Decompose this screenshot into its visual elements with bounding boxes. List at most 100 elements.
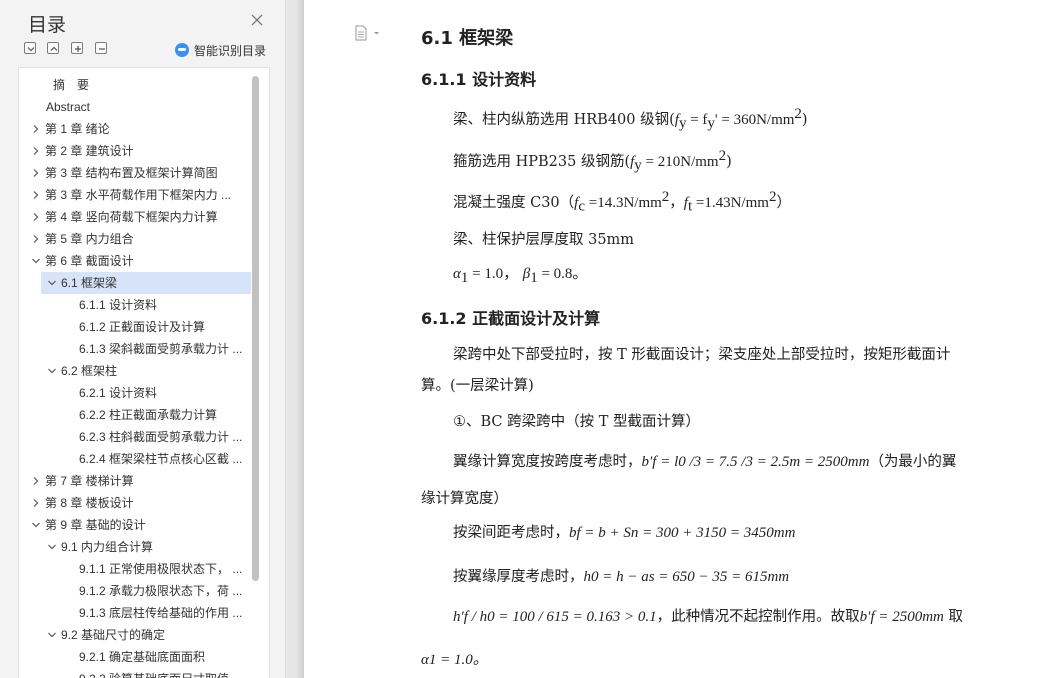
toc-item[interactable]: 第 9 章 基础的设计 — [19, 514, 251, 536]
expand-all-icon[interactable] — [47, 42, 59, 54]
toc-scrollbar[interactable] — [252, 76, 259, 581]
toc-list: 摘 要 Abstract 第 1 章 绪论第 2 章 建筑设计第 3 章 结构布置及… — [18, 67, 270, 678]
toc-item-label: 第 6 章 截面设计 — [45, 254, 134, 268]
toc-item-label: 9.1.2 承载力极限状态下，荷 ... — [79, 584, 243, 598]
toc-item[interactable]: 9.2.1 确定基础底面面积 — [19, 646, 251, 668]
document-icon[interactable] — [354, 25, 380, 41]
toc-item[interactable]: 第 4 章 竖向荷载下框架内力计算 — [19, 206, 251, 228]
toc-item-label: 6.1.2 正截面设计及计算 — [79, 320, 206, 334]
chevron-right-icon[interactable] — [31, 476, 41, 486]
toc-item-label: 摘 要 — [53, 78, 90, 92]
chevron-down-icon[interactable] — [47, 630, 57, 640]
toc-item[interactable]: 第 8 章 楼板设计 — [19, 492, 251, 514]
toc-item-label: 第 9 章 基础的设计 — [45, 518, 146, 532]
ai-logo-icon — [175, 43, 189, 57]
para-concrete: 混凝土强度 C30（fc =14.3N/mm2，ft =1.43N/mm2） — [453, 189, 791, 215]
chevron-right-icon[interactable] — [31, 190, 41, 200]
para-flange-span: 翼缘计算宽度按跨度考虑时，b′f = l0 /3 = 7.5 /3 = 2.5m… — [453, 454, 957, 470]
toc-item-label: 9.1.1 正常使用极限状态下， ... — [79, 562, 243, 576]
toc-sidebar: 目录 智能识别目录 摘 要 Abstract 第 1 章 绪论第 2 章 建筑设计第… — [0, 0, 286, 678]
toc-item-label: 第 8 章 楼板设计 — [45, 496, 134, 510]
para-stirrup: 箍筋选用 HPB235 级钢筋(fy = 210N/mm2) — [453, 148, 732, 174]
toc-item-label: 9.2 基础尺寸的确定 — [61, 628, 166, 642]
toc-item-label: Abstract — [46, 100, 91, 114]
toc-item-label: 9.2.2 验算基础底面尺寸取值 ... — [79, 672, 242, 678]
toc-item[interactable]: 9.1.1 正常使用极限状态下， ... — [19, 558, 251, 580]
toc-item-label: 第 1 章 绪论 — [45, 122, 110, 136]
toc-item[interactable]: 第 5 章 内力组合 — [19, 228, 251, 250]
toc-item[interactable]: 6.2.3 柱斜截面受剪承载力计 ... — [19, 426, 251, 448]
para-steel-grade: 梁、柱内纵筋选用 HRB400 级钢(fy = fy' = 360N/mm2) — [453, 106, 808, 132]
toc-title: 目录 — [28, 14, 67, 36]
para-cover: 梁、柱保护层厚度取 35mm — [453, 232, 635, 248]
toc-item[interactable]: 第 2 章 建筑设计 — [19, 140, 251, 162]
toc-item[interactable]: 摘 要 — [19, 74, 251, 96]
toc-item[interactable]: 6.1.2 正截面设计及计算 — [19, 316, 251, 338]
para-section-line1: 梁跨中处下部受拉时，按 T 形截面设计；梁支座处上部受拉时，按矩形截面计 — [453, 347, 951, 363]
para-alpha-final: α1 = 1.0。 — [421, 652, 488, 668]
toc-item-label: 6.2 框架柱 — [61, 364, 118, 378]
page-shadow — [296, 0, 304, 678]
para-alpha-beta: α1 = 1.0， β1 = 0.8。 — [453, 266, 588, 286]
toc-item[interactable]: 第 3 章 水平荷载作用下框架内力 ... — [19, 184, 251, 206]
chevron-down-icon[interactable] — [47, 542, 57, 552]
toc-item-label: 第 3 章 水平荷载作用下框架内力 ... — [45, 188, 232, 202]
toc-item[interactable]: 9.1.3 底层柱传给基础的作用 ... — [19, 602, 251, 624]
toc-item[interactable]: 9.1.2 承载力极限状态下，荷 ... — [19, 580, 251, 602]
toc-item-label: 9.1 内力组合计算 — [61, 540, 154, 554]
close-icon[interactable] — [249, 12, 265, 28]
toc-item[interactable]: 第 7 章 楼梯计算 — [19, 470, 251, 492]
chevron-right-icon[interactable] — [31, 124, 41, 134]
para-section-line2: 算。(一层梁计算) — [421, 378, 534, 394]
toc-item[interactable]: 9.2 基础尺寸的确定 — [19, 624, 251, 646]
ai-toc-label: 智能识别目录 — [194, 43, 267, 58]
toc-item-label: 第 5 章 内力组合 — [45, 232, 134, 246]
collapse-all-icon[interactable] — [24, 42, 36, 54]
toc-item-label: 6.2.3 柱斜截面受剪承载力计 ... — [79, 430, 243, 444]
toc-item-label: 6.1.3 梁斜截面受剪承载力计 ... — [79, 342, 243, 356]
toc-item[interactable]: Abstract — [19, 96, 251, 118]
add-icon[interactable] — [71, 42, 83, 54]
toc-item-label: 6.2.2 柱正截面承载力计算 — [79, 408, 218, 422]
toc-item-label: 9.1.3 底层柱传给基础的作用 ... — [79, 606, 243, 620]
heading-6-1-1: 6.1.1 设计资料 — [421, 70, 537, 89]
toc-item[interactable]: 6.2 框架柱 — [19, 360, 251, 382]
chevron-down-icon[interactable] — [47, 278, 57, 288]
chevron-right-icon[interactable] — [31, 146, 41, 156]
ai-toc-button[interactable]: 智能识别目录 — [175, 42, 266, 58]
toc-item-label: 9.2.1 确定基础底面面积 — [79, 650, 206, 664]
toc-item-label: 6.2.1 设计资料 — [79, 386, 158, 400]
chevron-down-icon[interactable] — [47, 366, 57, 376]
chevron-right-icon[interactable] — [31, 168, 41, 178]
chevron-down-icon[interactable] — [31, 520, 41, 530]
toc-item[interactable]: 6.2.1 设计资料 — [19, 382, 251, 404]
remove-icon[interactable] — [95, 42, 107, 54]
heading-6-1: 6.1 框架梁 — [421, 28, 514, 49]
toc-item[interactable]: 6.1.3 梁斜截面受剪承载力计 ... — [19, 338, 251, 360]
toc-item-label: 6.1 框架梁 — [61, 276, 118, 290]
toc-item-label: 第 2 章 建筑设计 — [45, 144, 134, 158]
para-flange-thickness: 按翼缘厚度考虑时，h0 = h − as = 650 − 35 = 615mm — [453, 569, 790, 585]
toc-item[interactable]: 6.1 框架梁 — [41, 272, 251, 294]
chevron-right-icon[interactable] — [31, 212, 41, 222]
para-bc-span: ①、BC 跨梁跨中（按 T 型截面计算） — [453, 414, 701, 430]
toc-item-label: 6.2.4 框架梁柱节点核心区截 ... — [79, 452, 243, 466]
para-flange-span-line2: 缘计算宽度） — [421, 491, 508, 507]
toc-item-label: 第 3 章 结构布置及框架计算简图 — [45, 166, 218, 180]
toc-item[interactable]: 9.1 内力组合计算 — [19, 536, 251, 558]
toc-item[interactable]: 6.2.2 柱正截面承载力计算 — [19, 404, 251, 426]
chevron-right-icon[interactable] — [31, 498, 41, 508]
chevron-down-icon[interactable] — [31, 256, 41, 266]
toc-item-label: 第 4 章 竖向荷载下框架内力计算 — [45, 210, 218, 224]
toc-item[interactable]: 6.2.4 框架梁柱节点核心区截 ... — [19, 448, 251, 470]
toc-item[interactable]: 第 1 章 绪论 — [19, 118, 251, 140]
toc-item[interactable]: 第 3 章 结构布置及框架计算简图 — [19, 162, 251, 184]
toc-item[interactable]: 6.1.1 设计资料 — [19, 294, 251, 316]
heading-6-1-2: 6.1.2 正截面设计及计算 — [421, 309, 601, 328]
para-beam-spacing: 按梁间距考虑时，bf = b + Sn = 300 + 3150 = 3450m… — [453, 525, 796, 541]
para-ratio: h′f / h0 = 100 / 615 = 0.163 > 0.1，此种情况不… — [453, 609, 964, 625]
toc-item-label: 第 7 章 楼梯计算 — [45, 474, 134, 488]
toc-item[interactable]: 第 6 章 截面设计 — [19, 250, 251, 272]
toc-item[interactable]: 9.2.2 验算基础底面尺寸取值 ... — [19, 668, 251, 678]
chevron-right-icon[interactable] — [31, 234, 41, 244]
